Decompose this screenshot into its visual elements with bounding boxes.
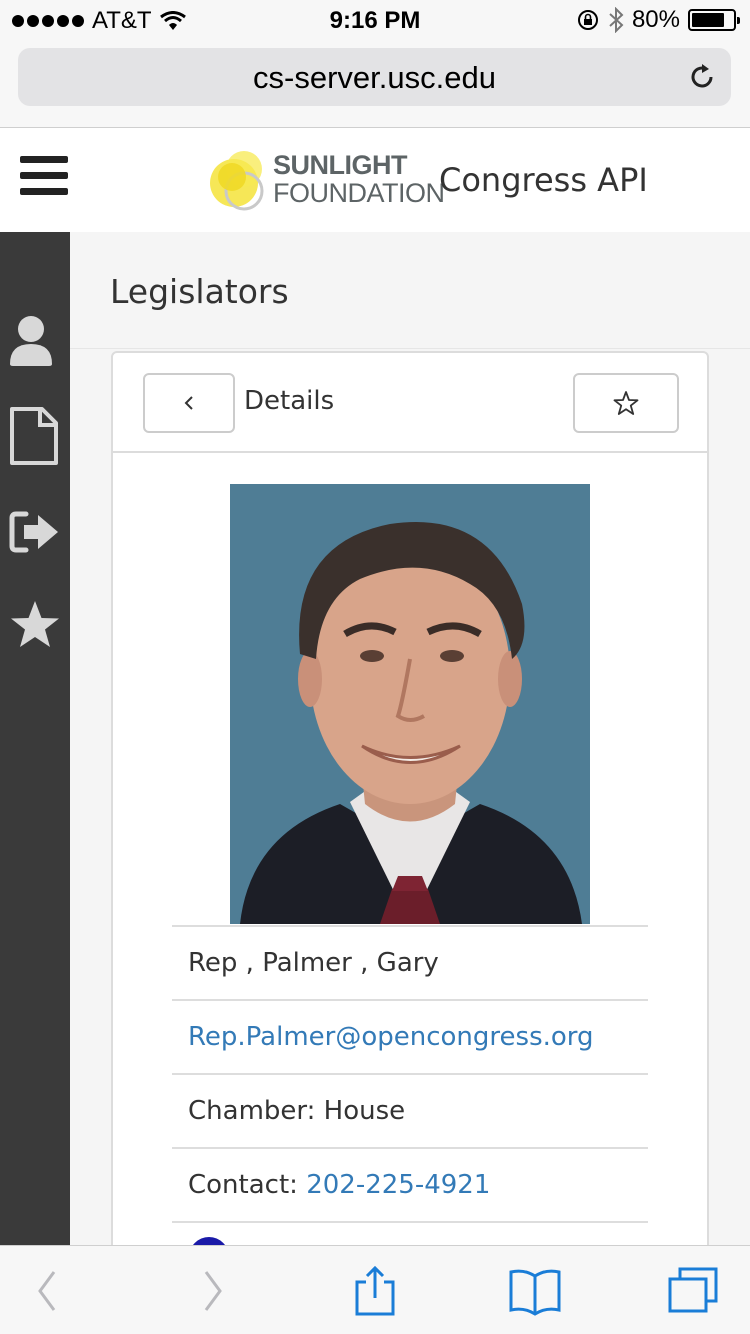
sun-logo-icon [210,151,264,211]
forward-arrow-icon[interactable] [184,1266,238,1316]
sunlight-foundation-logo: SUNLIGHT FOUNDATION [206,147,445,213]
battery-percent: 80% [631,6,680,33]
address-bar[interactable]: cs-server.usc.edu [18,48,731,106]
user-icon[interactable] [8,312,62,372]
chevron-left-icon [184,396,193,410]
panel-title: Details [244,386,335,416]
status-right: 80% [576,6,740,34]
app-title: Congress API [439,161,648,199]
details-panel: Details Rep , Palmer , Gary Rep.Palmer@o… [111,351,709,1245]
back-button[interactable] [143,373,235,433]
phone-link[interactable]: 202-225-4921 [306,1170,490,1200]
star-icon[interactable] [8,596,62,656]
legislator-photo [230,484,590,924]
menu-icon[interactable] [20,156,68,196]
status-bar: AT&T 9:16 PM 80% [0,0,750,40]
next-row [172,1221,648,1245]
page-title: Legislators [110,272,289,311]
page: AT&T 9:16 PM 80% cs-server.usc.edu SUNLI… [0,0,750,1334]
rotation-lock-icon [577,10,598,30]
email-link[interactable]: Rep.Palmer@opencongress.org [188,1022,594,1052]
back-arrow-icon[interactable] [22,1266,76,1316]
bluetooth-icon [609,7,624,33]
tabs-icon[interactable] [666,1266,720,1316]
reload-icon[interactable] [687,62,717,92]
share-icon[interactable] [348,1266,402,1316]
logo-line-1: SUNLIGHT [273,150,407,180]
document-icon[interactable] [8,406,62,466]
favorite-button[interactable] [573,373,679,433]
app-header: SUNLIGHT FOUNDATION Congress API [0,129,750,232]
name-row: Rep , Palmer , Gary [172,925,648,999]
contact-row: Contact: 202-225-4921 [172,1147,648,1221]
sign-out-icon[interactable] [8,502,62,562]
battery-icon [688,9,740,31]
details-list: Rep , Palmer , Gary Rep.Palmer@opencongr… [172,925,648,1245]
panel-header: Details [113,353,707,453]
email-row: Rep.Palmer@opencongress.org [172,999,648,1073]
contact-label: Contact: [188,1170,307,1200]
browser-toolbar [0,1245,750,1334]
chamber-row: Chamber: House [172,1073,648,1147]
url-text[interactable]: cs-server.usc.edu [18,60,731,96]
sidebar [0,232,70,1245]
main-content: Legislators Details Rep , Palmer , Gary … [70,232,750,1245]
divider [70,348,750,349]
logo-line-2: FOUNDATION [273,178,445,208]
bookmarks-icon[interactable] [508,1266,562,1316]
star-outline-icon [613,391,639,415]
browser-address-area: cs-server.usc.edu [0,40,750,128]
